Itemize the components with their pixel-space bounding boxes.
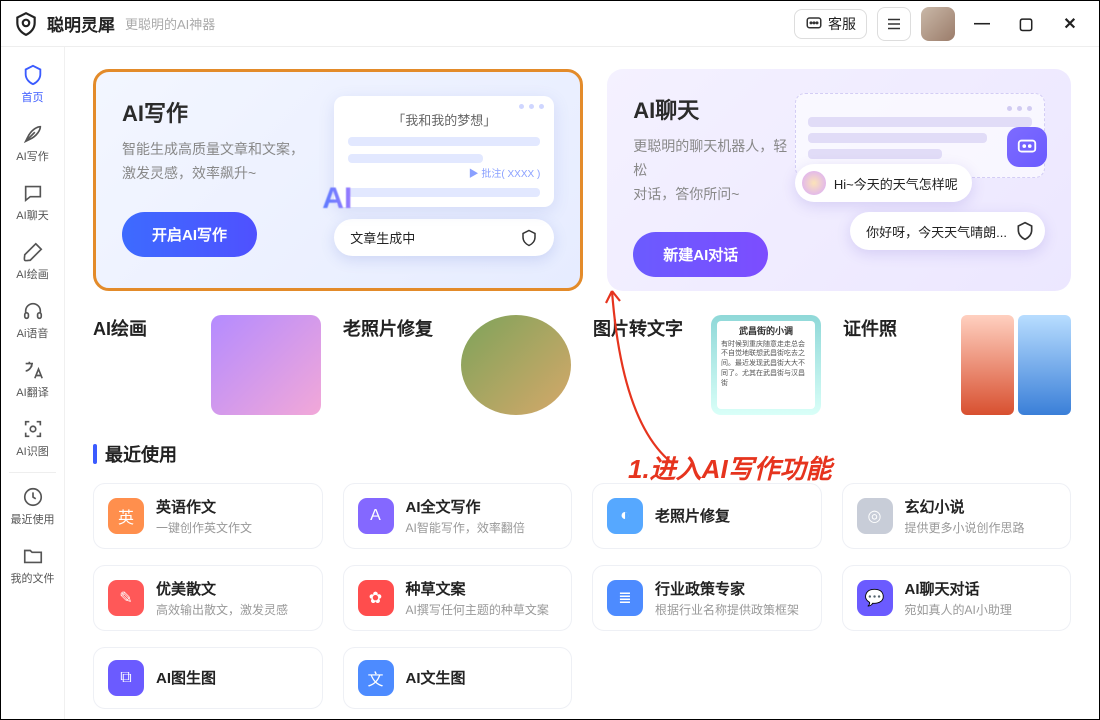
- feature-card-ocr[interactable]: 图片转文字 武昌街的小调有时候到重庆随意走走总会不自觉地联想武昌街吃去之间。最近…: [593, 315, 821, 415]
- hero-write-title: AI写作: [122, 96, 304, 128]
- logo-icon: [1015, 221, 1035, 241]
- hero-chat-title: AI聊天: [633, 93, 795, 125]
- app-tagline: 更聪明的AI神器: [125, 14, 215, 33]
- feature-card-idphoto[interactable]: 证件照: [843, 315, 1071, 415]
- sidebar-item-draw[interactable]: AI绘画: [1, 232, 64, 291]
- write-status-pill: 文章生成中: [334, 219, 554, 256]
- img2img-icon: ⧉: [108, 660, 144, 696]
- feature-title: 老照片修复: [343, 315, 433, 341]
- hero-chat-desc: 更聪明的聊天机器人，轻松对话，答你所问~: [633, 135, 795, 206]
- user-avatar[interactable]: [921, 7, 955, 41]
- feature-thumb: [961, 315, 1071, 415]
- hero-write-desc: 智能生成高质量文章和文案，激发灵感，效率飙升~: [122, 138, 304, 186]
- support-button[interactable]: 客服: [794, 9, 867, 39]
- maximize-button[interactable]: ▢: [1009, 7, 1043, 41]
- sidebar-item-ocr[interactable]: AI识图: [1, 409, 64, 468]
- app-logo: 聪明灵犀: [13, 11, 115, 37]
- photo-icon: ◐: [607, 498, 643, 534]
- sidebar-item-recent[interactable]: 最近使用: [1, 477, 64, 536]
- bot-avatar-icon: [802, 171, 826, 195]
- sidebar-item-voice[interactable]: Ai语音: [1, 291, 64, 350]
- feature-title: 证件照: [843, 315, 897, 341]
- feature-title: AI绘画: [93, 315, 147, 341]
- menu-button[interactable]: [877, 7, 911, 41]
- policy-icon: ≣: [607, 580, 643, 616]
- hamburger-icon: [885, 15, 903, 33]
- new-chat-button[interactable]: 新建AI对话: [633, 232, 768, 277]
- hero-card-chat[interactable]: AI聊天 更聪明的聊天机器人，轻松对话，答你所问~ 新建AI对话: [607, 69, 1071, 291]
- start-write-button[interactable]: 开启AI写作: [122, 212, 257, 257]
- feature-title: 图片转文字: [593, 315, 683, 341]
- sidebar-item-home[interactable]: 首页: [1, 55, 64, 114]
- grass-icon: ✿: [358, 580, 394, 616]
- feature-thumb: [211, 315, 321, 415]
- sidebar-item-label: 首页: [22, 89, 44, 105]
- feature-card-draw[interactable]: AI绘画: [93, 315, 321, 415]
- txt2img-icon: 文: [358, 660, 394, 696]
- close-button[interactable]: ✕: [1053, 7, 1087, 41]
- smile-chat-icon: [1016, 136, 1038, 158]
- recent-heading: 最近使用: [93, 441, 1071, 467]
- sidebar-item-label: AI翻译: [16, 384, 48, 400]
- hero-card-write[interactable]: AI写作 智能生成高质量文章和文案，激发灵感，效率飙升~ 开启AI写作 「我和我…: [93, 69, 583, 291]
- folder-icon: [22, 545, 44, 567]
- feature-card-restore[interactable]: 老照片修复: [343, 315, 571, 415]
- chat-icon: 💬: [857, 580, 893, 616]
- sidebar-item-label: AI写作: [16, 148, 48, 164]
- write-preview-window: 「我和我的梦想」 ▶ 批注( XXXX ): [334, 96, 554, 207]
- write-icon: A: [358, 498, 394, 534]
- sidebar-item-files[interactable]: 我的文件: [1, 536, 64, 595]
- chat-bubble-user: Hi~今天的天气怎样呢: [795, 164, 972, 202]
- sidebar-item-translate[interactable]: AI翻译: [1, 350, 64, 409]
- sidebar-item-chat[interactable]: AI聊天: [1, 173, 64, 232]
- minimize-button[interactable]: —: [965, 7, 999, 41]
- sidebar-item-label: AI绘画: [16, 266, 48, 282]
- chat-bubble-bot: 你好呀，今天天气晴朗...: [850, 212, 1045, 250]
- sidebar-item-write[interactable]: AI写作: [1, 114, 64, 173]
- recent-card[interactable]: 💬AI聊天对话宛如真人的AI小助理: [842, 565, 1072, 631]
- recent-card[interactable]: ◐老照片修复: [592, 483, 822, 549]
- recent-card[interactable]: 英英语作文一键创作英文作文: [93, 483, 323, 549]
- support-label: 客服: [828, 14, 856, 34]
- recent-card[interactable]: 文AI文生图: [343, 647, 573, 709]
- feature-thumb: [461, 315, 571, 415]
- headphone-icon: [22, 300, 44, 322]
- home-icon: [22, 64, 44, 86]
- feature-thumb: 武昌街的小调有时候到重庆随意走走总会不自觉地联想武昌街吃去之间。最近发现武昌街大…: [711, 315, 821, 415]
- chat-bubble-icon: [805, 15, 823, 33]
- ai-badge: AI: [322, 182, 352, 216]
- sidebar-item-label: 我的文件: [11, 570, 55, 586]
- prose-icon: ✎: [108, 580, 144, 616]
- brush-icon: [22, 241, 44, 263]
- sidebar-item-label: AI聊天: [16, 207, 48, 223]
- sidebar-item-label: 最近使用: [11, 511, 55, 527]
- recent-card[interactable]: ✿种草文案AI撰写任何主题的种草文案: [343, 565, 573, 631]
- app-name: 聪明灵犀: [47, 11, 115, 36]
- recent-card[interactable]: ◎玄幻小说提供更多小说创作思路: [842, 483, 1072, 549]
- chat-fab: [1007, 127, 1047, 167]
- history-icon: [22, 486, 44, 508]
- essay-icon: 英: [108, 498, 144, 534]
- scan-icon: [22, 418, 44, 440]
- recent-card[interactable]: ≣行业政策专家根据行业名称提供政策框架: [592, 565, 822, 631]
- logo-icon: [520, 229, 538, 247]
- novel-icon: ◎: [857, 498, 893, 534]
- sidebar-item-label: AI识图: [16, 443, 48, 459]
- recent-card[interactable]: AAI全文写作AI智能写作，效率翻倍: [343, 483, 573, 549]
- sidebar-item-label: Ai语音: [17, 325, 49, 341]
- recent-card[interactable]: ✎优美散文高效输出散文，激发灵感: [93, 565, 323, 631]
- translate-icon: [22, 359, 44, 381]
- chat-icon: [22, 182, 44, 204]
- feather-icon: [22, 123, 44, 145]
- recent-card[interactable]: ⧉AI图生图: [93, 647, 323, 709]
